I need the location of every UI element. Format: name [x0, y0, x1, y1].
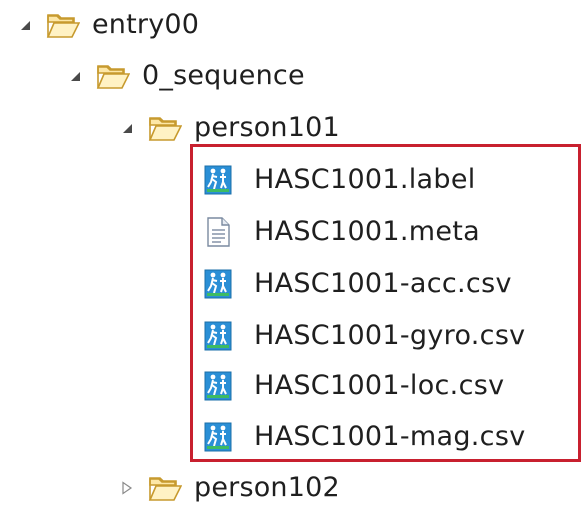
tree-node-person101[interactable]: person101 — [120, 108, 340, 148]
file-item-mag-csv[interactable]: HASC1001-mag.csv — [204, 417, 525, 457]
activity-file-icon — [204, 269, 232, 299]
file-tree: entry00 0_sequence person101 HASC1001.la… — [0, 0, 587, 505]
folder-open-icon — [148, 113, 183, 143]
expanded-triangle-icon[interactable] — [68, 69, 82, 83]
tree-node-label: person101 — [194, 112, 340, 143]
activity-file-icon — [204, 321, 232, 351]
tree-node-0-sequence[interactable]: 0_sequence — [68, 56, 305, 96]
file-name: HASC1001-acc.csv — [254, 268, 512, 299]
file-name: HASC1001-mag.csv — [254, 421, 526, 452]
tree-node-label: person102 — [194, 472, 340, 503]
expanded-triangle-icon[interactable] — [18, 18, 32, 32]
file-item-label[interactable]: HASC1001.label — [204, 160, 476, 200]
expanded-triangle-icon[interactable] — [120, 121, 134, 135]
activity-file-icon — [204, 371, 232, 401]
folder-open-icon — [148, 473, 183, 503]
file-name: HASC1001-gyro.csv — [254, 320, 526, 351]
file-item-loc-csv[interactable]: HASC1001-loc.csv — [204, 366, 504, 406]
activity-file-icon — [204, 422, 232, 452]
file-item-meta[interactable]: HASC1001.meta — [204, 212, 480, 252]
tree-node-label: 0_sequence — [142, 60, 305, 91]
folder-open-icon — [96, 61, 131, 91]
collapsed-triangle-icon[interactable] — [120, 481, 134, 495]
text-document-icon — [204, 217, 232, 247]
file-name: HASC1001-loc.csv — [254, 370, 505, 401]
tree-node-entry00[interactable]: entry00 — [18, 5, 199, 45]
file-item-gyro-csv[interactable]: HASC1001-gyro.csv — [204, 316, 525, 356]
tree-node-person102[interactable]: person102 — [120, 468, 340, 505]
file-item-acc-csv[interactable]: HASC1001-acc.csv — [204, 264, 512, 304]
file-name: HASC1001.label — [254, 164, 476, 195]
file-name: HASC1001.meta — [254, 216, 481, 247]
folder-open-icon — [46, 10, 81, 40]
activity-file-icon — [204, 165, 232, 195]
tree-node-label: entry00 — [92, 9, 200, 40]
